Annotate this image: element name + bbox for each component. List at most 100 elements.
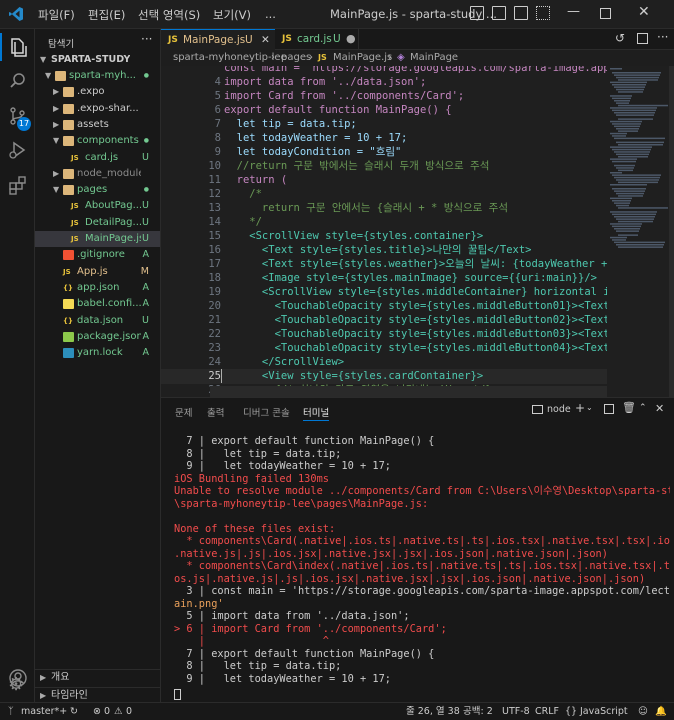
maximize-panel-icon[interactable]: ⌃ (639, 403, 647, 413)
code-line: 23 <TouchableOpacity style={styles.middl… (161, 341, 607, 356)
line-text: <ScrollView style={styles.container}> (224, 230, 484, 242)
chevron-right-icon[interactable]: ▶ (53, 84, 59, 100)
notifications-icon[interactable]: 🔔 (655, 703, 667, 720)
tree-item[interactable]: JS App.js M (35, 264, 160, 280)
maximize-icon[interactable] (600, 8, 611, 19)
code-line: 10 //return 구문 밖에서는 슬래시 두개 방식으로 주석 (161, 159, 607, 174)
chevron-down-icon[interactable]: ▼ (53, 182, 59, 198)
tree-item[interactable]: {} app.json A (35, 280, 160, 296)
horizontal-scrollbar[interactable] (210, 386, 607, 397)
indentation[interactable]: 공백: 2 (463, 703, 493, 720)
more-actions-icon[interactable]: ··· (141, 32, 152, 46)
branch-status[interactable]: master*+ (21, 703, 67, 720)
tree-item[interactable]: ▼ sparta-myh... ● (35, 68, 160, 84)
tree-item[interactable]: ▶ .expo-shar... (35, 101, 160, 117)
tree-item[interactable]: JS card.js U (35, 150, 160, 166)
menu-edit[interactable]: 편집(E) (88, 7, 125, 23)
breadcrumb-folder[interactable]: sparta-myhoneytip-lee (173, 50, 287, 66)
menu-selection[interactable]: 선택 영역(S) (138, 7, 200, 23)
tab-terminal[interactable]: 터미널 (303, 405, 329, 419)
encoding[interactable]: UTF-8 (502, 703, 530, 720)
tree-item[interactable]: ▼ components ● (35, 133, 160, 149)
tab-mainpage[interactable]: JS MainPage.js U ✕ (161, 29, 275, 50)
tree-item-label: app.json (77, 281, 120, 293)
timeline-section[interactable]: ▶ 타임라인 (35, 687, 160, 702)
toggle-sidebar-icon[interactable] (470, 6, 484, 20)
feedback-icon[interactable]: ☺ (638, 703, 648, 720)
close-tab-icon[interactable]: ✕ (261, 30, 270, 51)
line-number: 22 (208, 328, 221, 340)
line-text: import Card from '../components/Card'; (224, 90, 465, 102)
tree-item-label: .gitignore (77, 249, 125, 261)
kill-terminal-icon[interactable]: 🗑 (622, 401, 636, 414)
cursor-position[interactable]: 줄 26, 열 38 (406, 703, 460, 720)
compare-icon[interactable]: ↺ (615, 31, 625, 45)
language-mode[interactable]: JavaScript (580, 703, 628, 720)
workspace-root[interactable]: ▼ SPARTA-STUDY (35, 52, 160, 68)
tree-item-label: card.js (85, 151, 119, 163)
tree-item[interactable]: JS MainPage.js U (35, 231, 160, 247)
toggle-panel-icon[interactable] (492, 6, 506, 20)
tree-item[interactable]: ▼ pages ● (35, 182, 160, 198)
tree-item[interactable]: {} data.json U (35, 313, 160, 329)
code-line: 6 export default function MainPage() { (161, 103, 607, 118)
customize-layout-icon[interactable] (536, 6, 550, 20)
line-number: 6 (214, 104, 221, 116)
terminal-select[interactable]: node (547, 404, 571, 415)
outline-section[interactable]: ▶ 개요 (35, 669, 160, 685)
warning-count[interactable]: 0 (126, 703, 132, 720)
breadcrumb-symbol[interactable]: MainPage (410, 50, 458, 66)
tab-debug-console[interactable]: 디버그 콘솔 (243, 405, 290, 419)
terminal-dropdown-icon[interactable]: ⌄ (586, 403, 593, 412)
tree-item[interactable]: ▶ assets (35, 117, 160, 133)
minimize-icon[interactable]: — (567, 4, 580, 19)
tree-item[interactable]: ▶ .expo (35, 84, 160, 100)
breadcrumb-pages[interactable]: pages (281, 50, 311, 66)
chevron-right-icon[interactable]: ▶ (53, 117, 59, 133)
vscode-logo-icon (9, 7, 23, 21)
breadcrumb-file[interactable]: MainPage.js (333, 50, 392, 66)
tree-item[interactable]: yarn.lock A (35, 345, 160, 361)
code-editor[interactable]: const main = 'https://storage.googleapis… (161, 66, 607, 397)
explorer-icon[interactable] (7, 36, 29, 58)
extensions-icon[interactable] (7, 174, 29, 196)
split-terminal-icon[interactable] (604, 404, 614, 414)
menu-more[interactable]: ... (265, 7, 276, 21)
menu-file[interactable]: 파일(F) (38, 7, 75, 23)
tree-item[interactable]: package.json A (35, 329, 160, 345)
toggle-secondary-sidebar-icon[interactable] (514, 6, 528, 20)
split-editor-icon[interactable] (637, 33, 648, 44)
js-icon: JS (71, 218, 79, 227)
tree-item[interactable]: JS AboutPag... U (35, 198, 160, 214)
editor-more-icon[interactable]: ··· (657, 30, 668, 44)
tab-problems[interactable]: 문제 (175, 405, 192, 419)
manage-gear-icon[interactable]: ⚙ (8, 674, 24, 696)
chevron-right-icon[interactable]: ▶ (53, 101, 59, 117)
tree-item[interactable]: .gitignore A (35, 247, 160, 263)
search-icon[interactable] (7, 70, 29, 92)
tree-item-label: data.json (77, 314, 124, 326)
menu-view[interactable]: 보기(V) (213, 7, 251, 23)
tree-item[interactable]: JS DetailPag... U (35, 215, 160, 231)
close-panel-icon[interactable]: ✕ (655, 402, 664, 415)
error-icon: ⊗ (93, 706, 101, 717)
active-indicator (0, 33, 2, 61)
symbol-icon: ◈ (397, 52, 405, 63)
js-file-icon: JS (318, 53, 327, 62)
chevron-right-icon[interactable]: ▶ (53, 166, 59, 182)
tab-card[interactable]: JS card.js U ● (275, 29, 359, 50)
tree-item[interactable]: ▶ node_modules (35, 166, 160, 182)
close-icon[interactable]: ✕ (638, 4, 650, 20)
folder-icon (63, 103, 74, 114)
chevron-down-icon[interactable]: ▼ (45, 68, 51, 84)
tree-item[interactable]: babel.confi... A (35, 296, 160, 312)
run-debug-icon[interactable] (7, 139, 29, 161)
line-ending[interactable]: CRLF (535, 703, 559, 720)
unsaved-dot-icon: ● (346, 32, 356, 45)
chevron-down-icon[interactable]: ▼ (53, 133, 59, 149)
minimap[interactable] (607, 66, 674, 397)
tab-output[interactable]: 출력 (207, 405, 224, 419)
new-terminal-icon[interactable]: + (575, 401, 585, 415)
sync-icon[interactable]: ↻ (70, 703, 78, 720)
error-count[interactable]: 0 (104, 703, 110, 720)
